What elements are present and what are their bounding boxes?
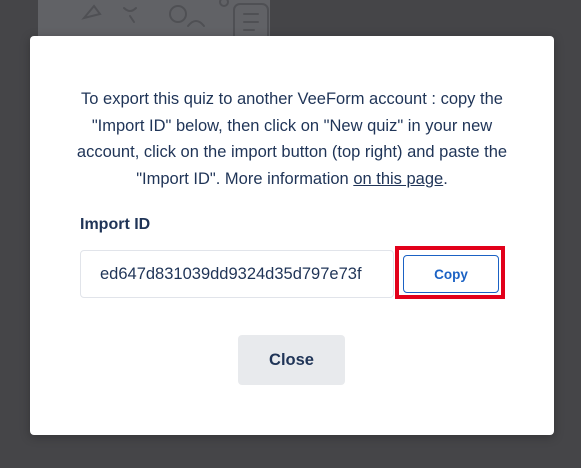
close-button[interactable]: Close [238, 335, 345, 385]
export-instructions: To export this quiz to another VeeForm a… [76, 86, 508, 192]
more-information-link[interactable]: on this page [353, 170, 443, 188]
import-id-field[interactable] [80, 250, 394, 298]
copy-button[interactable]: Copy [403, 255, 499, 293]
instructions-period: . [443, 169, 448, 188]
import-id-label: Import ID [80, 216, 151, 233]
export-quiz-dialog: To export this quiz to another VeeForm a… [30, 36, 554, 435]
